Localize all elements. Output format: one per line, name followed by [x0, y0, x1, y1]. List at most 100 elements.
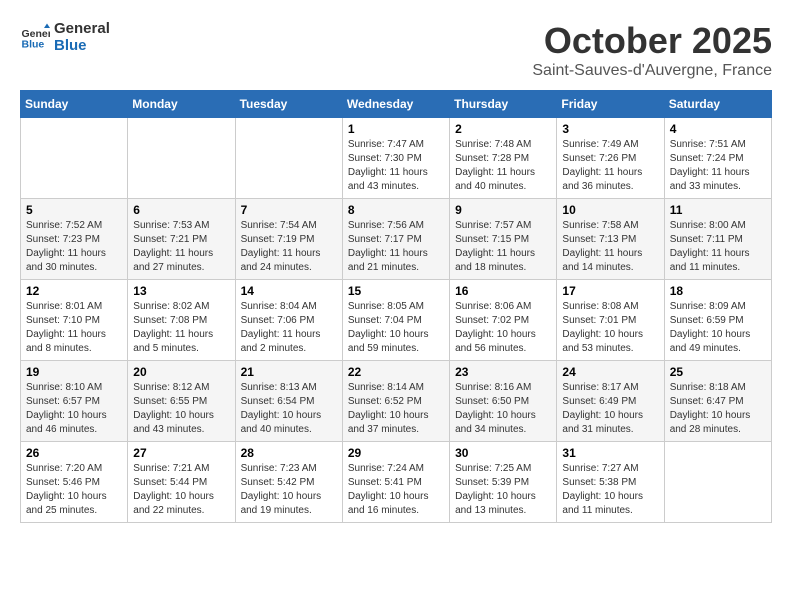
day-info: Sunrise: 8:02 AM Sunset: 7:08 PM Dayligh…: [133, 300, 229, 356]
day-number: 24: [562, 365, 658, 379]
day-number: 14: [241, 284, 337, 298]
day-number: 29: [348, 446, 444, 460]
day-number: 16: [455, 284, 551, 298]
calendar-day-cell: 19 Sunrise: 8:10 AM Sunset: 6:57 PM Dayli…: [21, 361, 128, 442]
calendar-day-cell: 25Sunrise: 8:18 AM Sunset: 6:47 PM Dayli…: [664, 361, 771, 442]
day-number: 3: [562, 122, 658, 136]
location-subtitle: Saint-Sauves-d'Auvergne, France: [532, 62, 772, 80]
calendar-table: SundayMondayTuesdayWednesdayThursdayFrid…: [20, 90, 772, 523]
logo-line1: General: [54, 20, 110, 37]
day-info: Sunrise: 8:09 AM Sunset: 6:59 PM Dayligh…: [670, 300, 766, 356]
day-info: Sunrise: 7:20 AM Sunset: 5:46 PM Dayligh…: [26, 462, 122, 518]
day-number: 23: [455, 365, 551, 379]
day-number: 22: [348, 365, 444, 379]
day-number: 18: [670, 284, 766, 298]
calendar-day-cell: [235, 118, 342, 199]
day-number: 19: [26, 365, 122, 379]
day-number: 9: [455, 203, 551, 217]
day-of-week-header: Tuesday: [235, 91, 342, 118]
day-info: Sunrise: 7:48 AM Sunset: 7:28 PM Dayligh…: [455, 138, 551, 194]
calendar-week-row: 5 Sunrise: 7:52 AM Sunset: 7:23 PM Daylig…: [21, 199, 772, 280]
day-info: Sunrise: 7:49 AM Sunset: 7:26 PM Dayligh…: [562, 138, 658, 194]
calendar-day-cell: 3 Sunrise: 7:49 AM Sunset: 7:26 PM Daylig…: [557, 118, 664, 199]
day-number: 25: [670, 365, 766, 379]
day-info: Sunrise: 8:01 AM Sunset: 7:10 PM Dayligh…: [26, 300, 122, 356]
day-number: 13: [133, 284, 229, 298]
day-of-week-header: Thursday: [450, 91, 557, 118]
calendar-week-row: 1Sunrise: 7:47 AM Sunset: 7:30 PM Daylig…: [21, 118, 772, 199]
logo: General Blue General Blue: [20, 20, 110, 54]
day-number: 20: [133, 365, 229, 379]
calendar-day-cell: 5 Sunrise: 7:52 AM Sunset: 7:23 PM Daylig…: [21, 199, 128, 280]
day-number: 7: [241, 203, 337, 217]
calendar-day-cell: 17 Sunrise: 8:08 AM Sunset: 7:01 PM Dayli…: [557, 280, 664, 361]
title-section: October 2025 Saint-Sauves-d'Auvergne, Fr…: [532, 20, 772, 80]
calendar-week-row: 26 Sunrise: 7:20 AM Sunset: 5:46 PM Dayli…: [21, 442, 772, 523]
day-number: 28: [241, 446, 337, 460]
day-of-week-header: Saturday: [664, 91, 771, 118]
day-number: 12: [26, 284, 122, 298]
day-number: 10: [562, 203, 658, 217]
calendar-week-row: 12 Sunrise: 8:01 AM Sunset: 7:10 PM Dayli…: [21, 280, 772, 361]
day-info: Sunrise: 7:52 AM Sunset: 7:23 PM Dayligh…: [26, 219, 122, 275]
day-of-week-header: Wednesday: [342, 91, 449, 118]
month-title: October 2025: [532, 20, 772, 62]
day-info: Sunrise: 8:08 AM Sunset: 7:01 PM Dayligh…: [562, 300, 658, 356]
day-info: Sunrise: 7:21 AM Sunset: 5:44 PM Dayligh…: [133, 462, 229, 518]
day-info: Sunrise: 7:56 AM Sunset: 7:17 PM Dayligh…: [348, 219, 444, 275]
calendar-day-cell: 28Sunrise: 7:23 AM Sunset: 5:42 PM Dayli…: [235, 442, 342, 523]
calendar-day-cell: [128, 118, 235, 199]
day-info: Sunrise: 7:58 AM Sunset: 7:13 PM Dayligh…: [562, 219, 658, 275]
day-info: Sunrise: 7:24 AM Sunset: 5:41 PM Dayligh…: [348, 462, 444, 518]
day-info: Sunrise: 8:10 AM Sunset: 6:57 PM Dayligh…: [26, 381, 122, 437]
calendar-day-cell: 4Sunrise: 7:51 AM Sunset: 7:24 PM Daylig…: [664, 118, 771, 199]
calendar-day-cell: 26 Sunrise: 7:20 AM Sunset: 5:46 PM Dayli…: [21, 442, 128, 523]
calendar-day-cell: 29 Sunrise: 7:24 AM Sunset: 5:41 PM Dayli…: [342, 442, 449, 523]
day-info: Sunrise: 7:57 AM Sunset: 7:15 PM Dayligh…: [455, 219, 551, 275]
calendar-day-cell: 27 Sunrise: 7:21 AM Sunset: 5:44 PM Dayli…: [128, 442, 235, 523]
calendar-day-cell: [664, 442, 771, 523]
day-number: 11: [670, 203, 766, 217]
day-number: 27: [133, 446, 229, 460]
day-of-week-header: Friday: [557, 91, 664, 118]
calendar-day-cell: 13 Sunrise: 8:02 AM Sunset: 7:08 PM Dayli…: [128, 280, 235, 361]
calendar-day-cell: 14 Sunrise: 8:04 AM Sunset: 7:06 PM Dayli…: [235, 280, 342, 361]
day-of-week-header: Sunday: [21, 91, 128, 118]
day-number: 30: [455, 446, 551, 460]
calendar-day-cell: 18 Sunrise: 8:09 AM Sunset: 6:59 PM Dayli…: [664, 280, 771, 361]
calendar-day-cell: 8 Sunrise: 7:56 AM Sunset: 7:17 PM Daylig…: [342, 199, 449, 280]
day-info: Sunrise: 7:53 AM Sunset: 7:21 PM Dayligh…: [133, 219, 229, 275]
svg-text:Blue: Blue: [22, 39, 45, 51]
calendar-day-cell: 2 Sunrise: 7:48 AM Sunset: 7:28 PM Daylig…: [450, 118, 557, 199]
calendar-day-cell: 11 Sunrise: 8:00 AM Sunset: 7:11 PM Dayli…: [664, 199, 771, 280]
day-info: Sunrise: 8:06 AM Sunset: 7:02 PM Dayligh…: [455, 300, 551, 356]
calendar-day-cell: 7 Sunrise: 7:54 AM Sunset: 7:19 PM Daylig…: [235, 199, 342, 280]
calendar-day-cell: 24Sunrise: 8:17 AM Sunset: 6:49 PM Dayli…: [557, 361, 664, 442]
day-number: 8: [348, 203, 444, 217]
day-number: 2: [455, 122, 551, 136]
day-number: 31: [562, 446, 658, 460]
calendar-day-cell: 23Sunrise: 8:16 AM Sunset: 6:50 PM Dayli…: [450, 361, 557, 442]
day-info: Sunrise: 7:25 AM Sunset: 5:39 PM Dayligh…: [455, 462, 551, 518]
day-number: 17: [562, 284, 658, 298]
logo-line2: Blue: [54, 37, 110, 54]
calendar-day-cell: 1Sunrise: 7:47 AM Sunset: 7:30 PM Daylig…: [342, 118, 449, 199]
logo-icon: General Blue: [20, 22, 50, 52]
day-number: 21: [241, 365, 337, 379]
day-info: Sunrise: 7:54 AM Sunset: 7:19 PM Dayligh…: [241, 219, 337, 275]
calendar-day-cell: 12 Sunrise: 8:01 AM Sunset: 7:10 PM Dayli…: [21, 280, 128, 361]
day-info: Sunrise: 8:04 AM Sunset: 7:06 PM Dayligh…: [241, 300, 337, 356]
calendar-day-cell: 6 Sunrise: 7:53 AM Sunset: 7:21 PM Daylig…: [128, 199, 235, 280]
day-number: 5: [26, 203, 122, 217]
calendar-day-cell: 9 Sunrise: 7:57 AM Sunset: 7:15 PM Daylig…: [450, 199, 557, 280]
day-info: Sunrise: 8:13 AM Sunset: 6:54 PM Dayligh…: [241, 381, 337, 437]
day-info: Sunrise: 7:27 AM Sunset: 5:38 PM Dayligh…: [562, 462, 658, 518]
day-number: 6: [133, 203, 229, 217]
calendar-day-cell: 16 Sunrise: 8:06 AM Sunset: 7:02 PM Dayli…: [450, 280, 557, 361]
day-info: Sunrise: 8:00 AM Sunset: 7:11 PM Dayligh…: [670, 219, 766, 275]
calendar-day-cell: 10 Sunrise: 7:58 AM Sunset: 7:13 PM Dayli…: [557, 199, 664, 280]
calendar-day-cell: 15Sunrise: 8:05 AM Sunset: 7:04 PM Dayli…: [342, 280, 449, 361]
day-info: Sunrise: 8:12 AM Sunset: 6:55 PM Dayligh…: [133, 381, 229, 437]
calendar-day-cell: 30 Sunrise: 7:25 AM Sunset: 5:39 PM Dayli…: [450, 442, 557, 523]
day-number: 26: [26, 446, 122, 460]
